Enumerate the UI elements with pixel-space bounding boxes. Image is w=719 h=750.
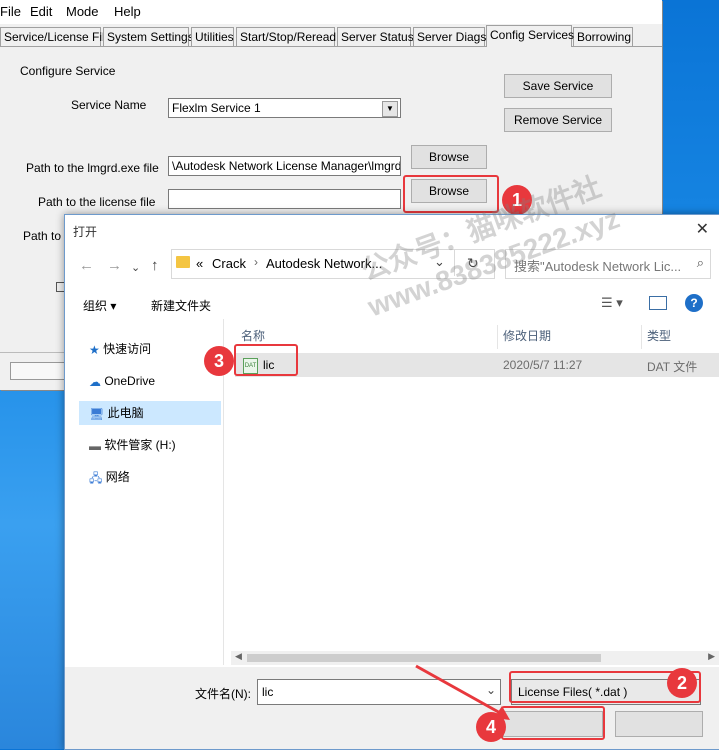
divider <box>454 250 455 276</box>
lmgrd-path-label: Path to the lmgrd.exe file <box>26 161 159 175</box>
tab-borrowing[interactable]: Borrowing <box>573 27 633 46</box>
up-arrow-icon[interactable]: ↑ <box>151 257 159 274</box>
sidebar-item-label: 快速访问 <box>103 342 152 356</box>
address-bar[interactable]: « Crack › Autodesk Network... ⌄ ↻ <box>171 249 495 279</box>
menu-bar: File Edit Mode Help <box>0 0 662 24</box>
menu-edit[interactable]: Edit <box>30 4 52 19</box>
folder-icon <box>176 256 190 268</box>
service-name-value: Flexlm Service 1 <box>172 101 261 115</box>
breadcrumb-crack[interactable]: Crack <box>212 256 246 271</box>
tab-server-status[interactable]: Server Status <box>337 27 414 46</box>
view-options-icon[interactable]: ☰ ▾ <box>601 295 623 311</box>
tab-system-settings[interactable]: System Settings <box>103 27 194 46</box>
highlight-browse <box>403 175 499 213</box>
star-icon: ★ <box>89 342 100 357</box>
tab-start-stop-reread[interactable]: Start/Stop/Reread <box>236 27 336 46</box>
column-header-date[interactable]: 修改日期 <box>503 323 551 349</box>
arrow-icon <box>415 664 510 720</box>
filename-value: lic <box>262 685 274 699</box>
license-path-input[interactable] <box>168 189 401 209</box>
computer-icon: 🖥 <box>89 406 105 421</box>
menu-file[interactable]: File <box>0 4 21 19</box>
drive-icon: ▬ <box>89 438 101 453</box>
breadcrumb-autodesk[interactable]: Autodesk Network... <box>266 256 382 271</box>
file-type: DAT 文件 <box>647 360 698 374</box>
close-icon[interactable]: ✕ <box>696 219 709 239</box>
file-row[interactable]: DAT lic 2020/5/7 11:27 DAT 文件 <box>235 353 719 377</box>
scroll-left-icon[interactable]: ◀ <box>235 651 242 662</box>
tab-utilities[interactable]: Utilities <box>191 27 234 46</box>
step-1-badge: 1 <box>502 185 532 215</box>
status-field <box>10 362 66 380</box>
breadcrumb-root[interactable]: « <box>196 256 203 271</box>
cloud-icon: ☁ <box>89 374 101 389</box>
step-3-badge: 3 <box>204 346 234 376</box>
filename-label: 文件名(N): <box>195 687 251 701</box>
file-date: 2020/5/7 11:27 <box>503 358 583 372</box>
menu-mode[interactable]: Mode <box>66 4 99 19</box>
step-2-badge: 2 <box>667 668 697 698</box>
network-icon: 🖧 <box>89 470 103 485</box>
configure-service-label: Configure Service <box>20 64 116 78</box>
recent-chevron-icon[interactable]: ⌄ <box>131 261 140 274</box>
service-name-combo[interactable]: Flexlm Service 1 ▼ <box>168 98 401 118</box>
chevron-down-icon[interactable]: ⌄ <box>434 254 445 270</box>
scroll-right-icon[interactable]: ▶ <box>708 651 715 662</box>
sidebar-item-this-pc[interactable]: 🖥 此电脑 <box>79 401 221 425</box>
sidebar-item-network[interactable]: 🖧 网络 <box>79 465 221 489</box>
lmgrd-browse-button[interactable]: Browse <box>411 145 487 169</box>
lmgrd-path-input[interactable]: \Autodesk Network License Manager\lmgrd.… <box>168 156 401 176</box>
new-folder-button[interactable]: 新建文件夹 <box>151 297 211 314</box>
navigation-pane: ★ 快速访问 ☁ OneDrive 🖥 此电脑 ▬ 软件管家 (H:) 🖧 网络 <box>79 333 221 673</box>
sidebar-item-label: OneDrive <box>104 374 156 388</box>
sidebar-item-label: 此电脑 <box>107 406 144 420</box>
open-file-dialog: 打开 ✕ ← → ⌄ ↑ « Crack › Autodesk Network.… <box>64 214 719 750</box>
tab-config-services[interactable]: Config Services <box>486 25 574 47</box>
service-name-label: Service Name <box>71 98 147 112</box>
search-icon: ⌕ <box>696 255 704 270</box>
back-arrow-icon[interactable]: ← <box>79 257 94 274</box>
save-service-button[interactable]: Save Service <box>504 74 612 98</box>
cancel-button[interactable] <box>615 711 703 737</box>
search-placeholder: 搜索"Autodesk Network Lic... <box>514 259 682 274</box>
chevron-right-icon: › <box>254 255 258 269</box>
license-path-label: Path to the license file <box>38 195 156 209</box>
sidebar-item-quick-access[interactable]: ★ 快速访问 <box>79 337 221 361</box>
dialog-title: 打开 <box>73 225 98 239</box>
sidebar-item-label: 网络 <box>105 470 130 484</box>
tab-server-diags[interactable]: Server Diags <box>413 27 486 46</box>
menu-help[interactable]: Help <box>114 4 141 19</box>
sidebar-item-label: 软件管家 (H:) <box>104 438 176 452</box>
remove-service-button[interactable]: Remove Service <box>504 108 612 132</box>
divider <box>641 325 642 349</box>
forward-arrow-icon[interactable]: → <box>107 257 122 274</box>
command-bar: 组织 ▾ 新建文件夹 ☰ ▾ ? <box>65 293 719 317</box>
column-header-type[interactable]: 类型 <box>647 323 671 349</box>
preview-pane-icon[interactable] <box>649 296 667 310</box>
help-icon[interactable]: ? <box>685 294 703 312</box>
refresh-icon[interactable]: ↻ <box>467 255 479 272</box>
organize-button[interactable]: 组织 ▾ <box>83 297 116 314</box>
sidebar-item-onedrive[interactable]: ☁ OneDrive <box>79 369 221 393</box>
highlight-lic-file <box>234 344 298 376</box>
divider <box>497 325 498 349</box>
tab-strip: Service/License File System Settings Uti… <box>0 25 662 47</box>
search-input[interactable]: 搜索"Autodesk Network Lic... ⌕ <box>505 249 711 279</box>
chevron-down-icon[interactable]: ▼ <box>382 101 398 117</box>
sidebar-item-drive-h[interactable]: ▬ 软件管家 (H:) <box>79 433 221 457</box>
tab-service-license-file[interactable]: Service/License File <box>0 27 111 46</box>
